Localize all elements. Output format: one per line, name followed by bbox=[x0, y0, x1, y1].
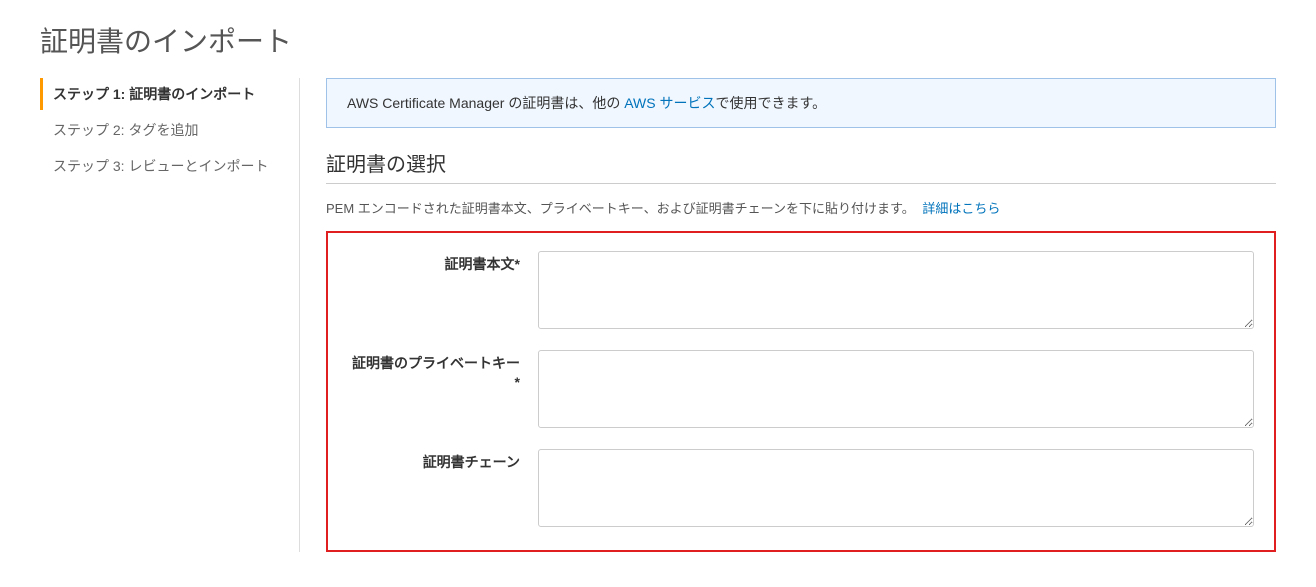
aws-services-link[interactable]: AWS サービス bbox=[624, 95, 715, 111]
certificate-chain-input[interactable] bbox=[538, 449, 1254, 527]
step-label: ステップ 2: タグを追加 bbox=[53, 122, 198, 138]
label-certificate-body: 証明書本文* bbox=[348, 251, 538, 274]
form-row-private-key: 証明書のプライベートキー* bbox=[348, 350, 1254, 431]
wizard-sidebar: ステップ 1: 証明書のインポート ステップ 2: タグを追加 ステップ 3: … bbox=[40, 78, 300, 552]
step-label: ステップ 1: 証明書のインポート bbox=[53, 86, 255, 102]
certificate-form: 証明書本文* 証明書のプライベートキー* 証明書チェーン bbox=[326, 231, 1276, 552]
certificate-private-key-input[interactable] bbox=[538, 350, 1254, 428]
field-certificate-body bbox=[538, 251, 1254, 332]
info-text-pre: AWS Certificate Manager の証明書は、他の bbox=[347, 95, 624, 111]
label-certificate-chain: 証明書チェーン bbox=[348, 449, 538, 472]
field-certificate-private-key bbox=[538, 350, 1254, 431]
form-row-body: 証明書本文* bbox=[348, 251, 1254, 332]
section-description: PEM エンコードされた証明書本文、プライベートキー、および証明書チェーンを下に… bbox=[326, 198, 1276, 217]
learn-more-link[interactable]: 詳細はこちら bbox=[922, 201, 1000, 216]
section-description-text: PEM エンコードされた証明書本文、プライベートキー、および証明書チェーンを下に… bbox=[326, 201, 915, 216]
section-title-select-certificate: 証明書の選択 bbox=[326, 148, 1276, 184]
label-certificate-private-key: 証明書のプライベートキー* bbox=[348, 350, 538, 392]
step-label: ステップ 3: レビューとインポート bbox=[53, 158, 268, 174]
info-text-post: で使用できます。 bbox=[715, 95, 826, 111]
main-content: AWS Certificate Manager の証明書は、他の AWS サービ… bbox=[300, 78, 1276, 552]
main-layout: ステップ 1: 証明書のインポート ステップ 2: タグを追加 ステップ 3: … bbox=[40, 78, 1276, 552]
info-banner: AWS Certificate Manager の証明書は、他の AWS サービ… bbox=[326, 78, 1276, 128]
step-2-add-tags[interactable]: ステップ 2: タグを追加 bbox=[40, 114, 279, 146]
step-1-import-certificate[interactable]: ステップ 1: 証明書のインポート bbox=[40, 78, 279, 110]
form-row-chain: 証明書チェーン bbox=[348, 449, 1254, 530]
step-3-review-import[interactable]: ステップ 3: レビューとインポート bbox=[40, 150, 279, 182]
page-title: 証明書のインポート bbox=[40, 20, 1276, 60]
field-certificate-chain bbox=[538, 449, 1254, 530]
certificate-body-input[interactable] bbox=[538, 251, 1254, 329]
